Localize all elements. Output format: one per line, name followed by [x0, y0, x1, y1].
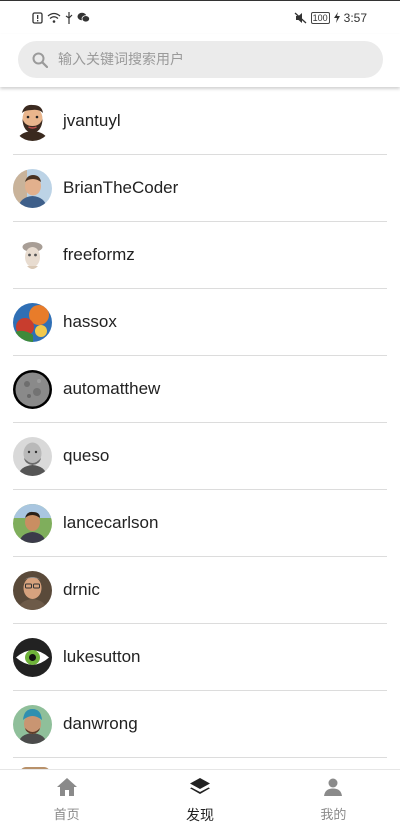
wechat-icon	[77, 12, 90, 23]
layers-icon	[189, 777, 211, 803]
username: lancecarlson	[63, 513, 159, 532]
user-list: jvantuyl BrianTheCoder freeformz hassox …	[0, 88, 400, 758]
tab-profile[interactable]: 我的	[267, 770, 400, 826]
avatar-cartoon-bearded-man	[13, 101, 52, 141]
avatar-moon	[13, 369, 52, 409]
clock: 3:57	[343, 10, 367, 25]
wifi-icon	[47, 12, 61, 23]
username: hassox	[63, 312, 117, 331]
list-item[interactable]: danwrong	[13, 691, 387, 758]
avatar-photo	[13, 436, 52, 476]
tab-home[interactable]: 首页	[0, 770, 133, 826]
search-header	[0, 34, 400, 87]
username: freeformz	[63, 245, 135, 264]
avatar-eye	[13, 637, 52, 677]
username: danwrong	[63, 714, 138, 733]
tab-discover[interactable]: 发现	[133, 770, 266, 826]
search-input[interactable]	[58, 51, 338, 68]
username: jvantuyl	[63, 111, 121, 130]
list-item[interactable]: lukesutton	[13, 624, 387, 691]
tab-label: 发现	[185, 808, 214, 824]
list-item[interactable]: hassox	[13, 289, 387, 356]
avatar-illustration	[13, 235, 52, 275]
tab-label: 我的	[320, 808, 347, 823]
avatar-photo	[13, 168, 52, 208]
status-icons-right: 100 3:57	[294, 11, 367, 25]
avatar-photo	[13, 704, 52, 744]
person-icon	[323, 777, 343, 802]
tab-label: 首页	[53, 808, 80, 823]
list-item[interactable]: jvantuyl	[13, 88, 387, 155]
avatar-photo	[13, 503, 52, 543]
username: automatthew	[63, 379, 161, 398]
home-icon	[56, 777, 78, 802]
list-item[interactable]: BrianTheCoder	[13, 155, 387, 222]
alert-icon	[32, 11, 43, 24]
list-item[interactable]: queso	[13, 423, 387, 490]
search-bar[interactable]	[18, 41, 383, 78]
list-item[interactable]: drnic	[13, 557, 387, 624]
bottom-tab-bar: 首页 发现 我的	[0, 769, 400, 826]
username: lukesutton	[63, 647, 141, 666]
search-icon	[32, 52, 48, 68]
username: BrianTheCoder	[63, 178, 179, 197]
list-item[interactable]: lancecarlson	[13, 490, 387, 557]
charging-icon	[333, 12, 340, 23]
status-icons-left	[32, 11, 90, 24]
list-item[interactable]: freeformz	[13, 222, 387, 289]
status-bar: 100 3:57	[0, 0, 400, 34]
avatar-photo	[13, 570, 52, 610]
list-item[interactable]: automatthew	[13, 356, 387, 423]
avatar-photo	[13, 302, 52, 342]
username: queso	[63, 446, 110, 465]
usb-icon	[65, 11, 73, 24]
username: drnic	[63, 580, 100, 599]
battery-level: 100	[310, 11, 330, 24]
mute-icon	[294, 12, 307, 24]
